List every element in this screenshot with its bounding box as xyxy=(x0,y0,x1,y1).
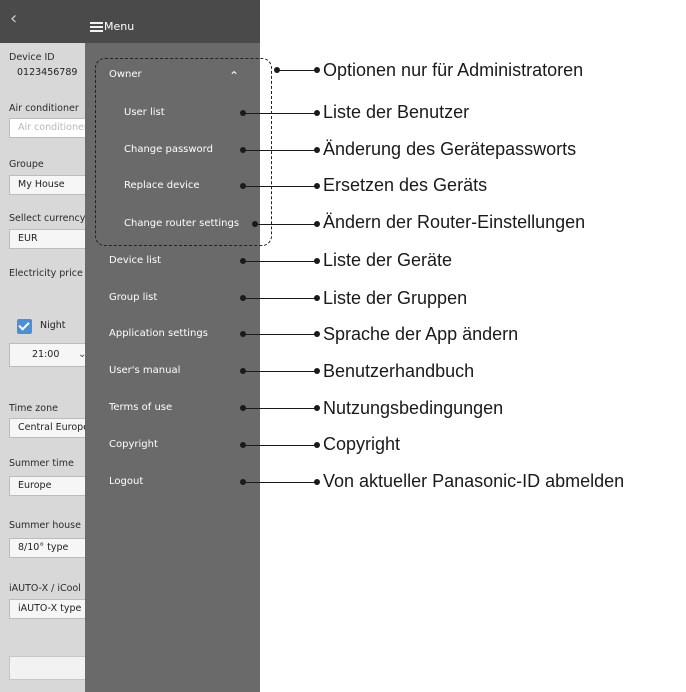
menu-item-label: Group list xyxy=(109,292,158,303)
device-id-label: Device ID xyxy=(9,52,55,63)
menu-header: Menu xyxy=(85,0,260,43)
air-conditioner-label: Air conditioner xyxy=(9,103,79,114)
electricity-price-label: Electricity price xyxy=(9,268,83,279)
menu-item-label: Device list xyxy=(109,255,162,266)
connector-line xyxy=(243,445,317,446)
connector-dot xyxy=(314,331,320,337)
groupe-label: Groupe xyxy=(9,159,44,170)
groupe-select[interactable]: My House xyxy=(9,175,85,195)
currency-select[interactable]: EUR xyxy=(9,229,85,249)
annotation-terms-of-use: Nutzungsbedingungen xyxy=(323,398,504,418)
menu-item-users-manual[interactable]: User's manual xyxy=(85,353,260,389)
annotation-app-settings: Sprache der App ändern xyxy=(323,324,519,344)
connector-line xyxy=(243,186,317,187)
settings-background: ‹ Device ID 0123456789 Air conditioner A… xyxy=(0,0,85,692)
time-zone-label: Time zone xyxy=(9,403,58,414)
connector-line xyxy=(243,298,317,299)
iauto-label: iAUTO-X / iCool xyxy=(9,583,81,594)
settings-topbar: ‹ xyxy=(0,0,85,43)
menu-item-copyright[interactable]: Copyright xyxy=(85,427,260,463)
chevron-down-icon: ⌄ xyxy=(78,349,85,360)
connector-line xyxy=(243,261,317,262)
connector-dot xyxy=(314,295,320,301)
night-checkbox[interactable] xyxy=(17,319,32,334)
menu-item-label: Logout xyxy=(109,476,144,487)
connector-dot xyxy=(314,147,320,153)
annotation-router-settings: Ändern der Router-Einstellungen xyxy=(323,212,586,232)
menu-item-group-list[interactable]: Group list xyxy=(85,280,260,316)
annotation-users-manual: Benutzerhandbuch xyxy=(323,361,475,381)
night-label: Night xyxy=(40,320,66,331)
connector-dot xyxy=(314,67,320,73)
iauto-select[interactable]: iAUTO-X type xyxy=(9,599,85,619)
connector-dot xyxy=(314,405,320,411)
chevron-left-icon[interactable]: ‹ xyxy=(10,8,17,29)
annotation-copyright: Copyright xyxy=(323,434,401,454)
menu-item-label: Application settings xyxy=(109,328,208,339)
connector-line xyxy=(277,70,317,71)
hamburger-icon[interactable] xyxy=(90,22,103,32)
annotation-change-password: Änderung des Gerätepassworts xyxy=(323,139,577,159)
menu-item-application-settings[interactable]: Application settings xyxy=(85,316,260,352)
connector-dot xyxy=(314,258,320,264)
menu-item-terms-of-use[interactable]: Terms of use xyxy=(85,390,260,426)
air-conditioner-input[interactable]: Air conditioner xyxy=(9,118,85,138)
connector-line xyxy=(243,150,317,151)
summer-time-label: Summer time xyxy=(9,458,74,469)
annotation-user-list: Liste der Benutzer xyxy=(323,102,470,122)
summer-house-label: Summer house xyxy=(9,520,81,531)
night-time-select[interactable]: 21:00 xyxy=(9,343,85,367)
menu-item-device-list[interactable]: Device list xyxy=(85,243,260,279)
annotation-logout: Von aktueller Panasonic-ID abmelden xyxy=(323,471,625,491)
connector-line xyxy=(243,482,317,483)
connector-dot xyxy=(314,479,320,485)
connector-line xyxy=(255,224,317,225)
bottom-button[interactable] xyxy=(9,656,85,680)
connector-line xyxy=(243,113,317,114)
connector-dot xyxy=(314,183,320,189)
annotation-admin-only: Optionen nur für Administratoren xyxy=(323,60,584,80)
device-id-value: 0123456789 xyxy=(17,67,78,78)
time-zone-select[interactable]: Central European xyxy=(9,418,85,438)
annotation-replace-device: Ersetzen des Geräts xyxy=(323,175,488,195)
menu-title: Menu xyxy=(104,20,135,33)
admin-options-box xyxy=(95,58,272,246)
menu-item-label: Copyright xyxy=(109,439,158,450)
summer-time-select[interactable]: Europe xyxy=(9,476,85,496)
connector-line xyxy=(243,334,317,335)
summer-house-select[interactable]: 8/10° type xyxy=(9,538,85,558)
menu-item-label: Terms of use xyxy=(109,402,173,413)
connector-line xyxy=(243,408,317,409)
menu-item-logout[interactable]: Logout xyxy=(85,464,260,500)
annotation-group-list: Liste der Gruppen xyxy=(323,288,468,308)
connector-dot xyxy=(314,368,320,374)
currency-label: Sellect currency xyxy=(9,213,85,224)
connector-line xyxy=(243,371,317,372)
annotation-device-list: Liste der Geräte xyxy=(323,250,453,270)
connector-dot xyxy=(314,221,320,227)
connector-dot xyxy=(314,110,320,116)
menu-item-label: User's manual xyxy=(109,365,181,376)
connector-dot xyxy=(314,442,320,448)
